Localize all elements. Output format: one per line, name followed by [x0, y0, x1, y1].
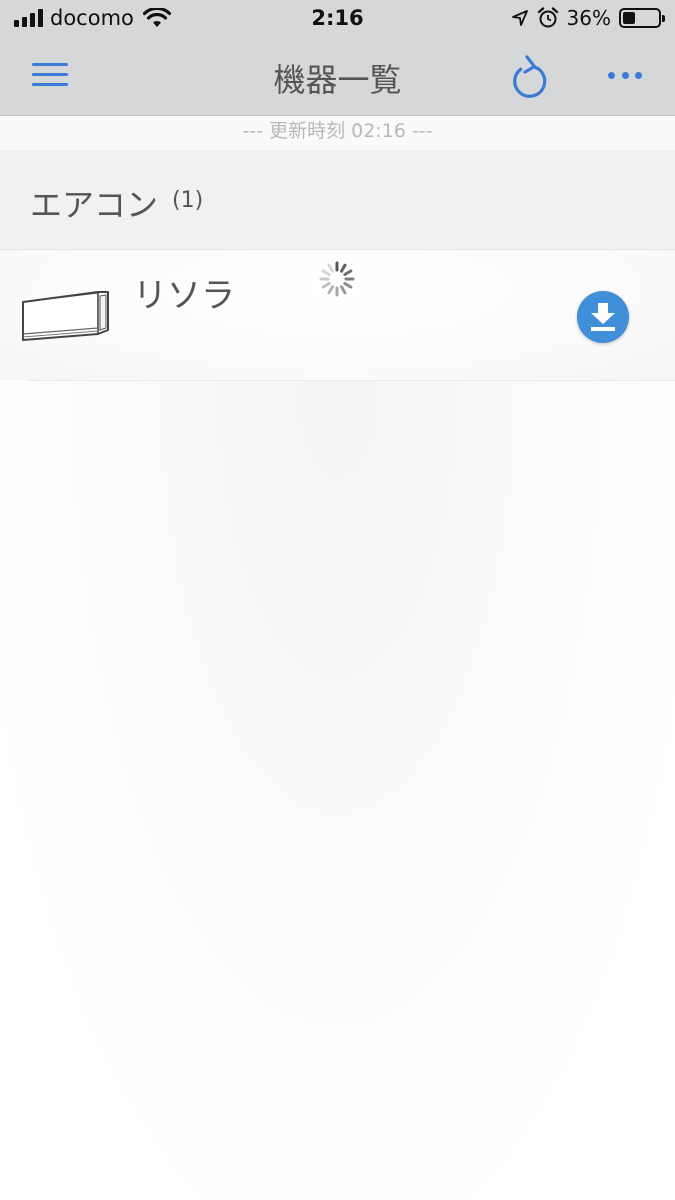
loading-spinner-icon — [319, 261, 355, 297]
page-title: 機器一覧 — [273, 61, 402, 99]
battery-level-fill — [623, 12, 636, 24]
device-list-screen: docomo 2:16 36% 機器一覧 --- 更新時刻 02:16 --- … — [0, 0, 675, 1200]
section-title: エアコン — [30, 186, 159, 224]
device-name: リソラ — [133, 276, 235, 316]
navigation-bar: 機器一覧 — [0, 37, 675, 116]
device-row[interactable]: リソラ — [0, 250, 675, 380]
last-updated-label: --- 更新時刻 02:16 --- — [0, 116, 675, 150]
empty-content-area — [0, 381, 675, 1200]
alarm-icon — [537, 7, 558, 28]
status-bar: docomo 2:16 36% — [0, 0, 675, 37]
more-dots-icon[interactable] — [608, 69, 642, 81]
download-icon — [591, 303, 615, 331]
status-bar-right: 36% — [511, 6, 665, 30]
battery-icon — [619, 8, 665, 28]
section-header-aircon: エアコン (1) — [0, 150, 675, 250]
section-count: (1) — [172, 188, 204, 213]
location-icon — [511, 10, 528, 26]
battery-percent: 36% — [566, 6, 611, 30]
refresh-icon[interactable] — [508, 53, 550, 99]
download-button[interactable] — [577, 291, 629, 343]
air-conditioner-icon — [22, 291, 109, 341]
